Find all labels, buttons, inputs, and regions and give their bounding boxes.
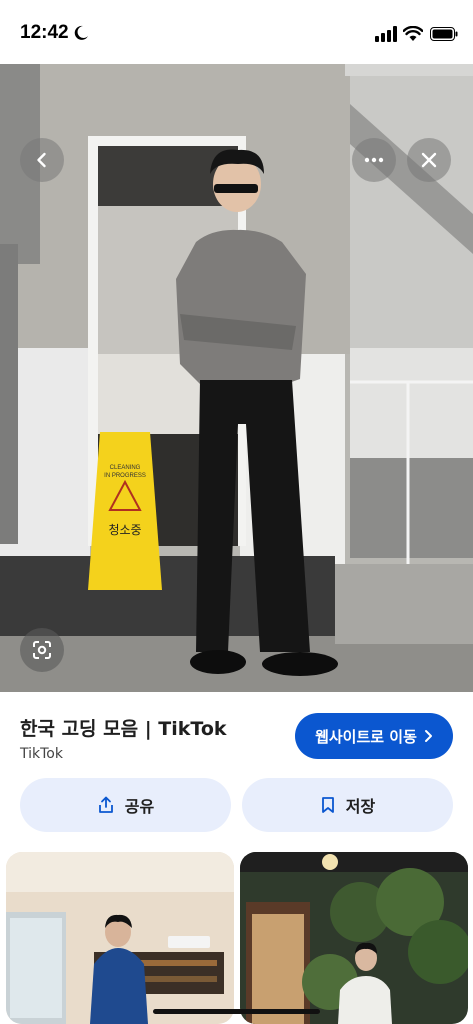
save-button[interactable]: 저장 — [242, 778, 453, 832]
home-indicator[interactable] — [153, 1009, 320, 1014]
share-icon — [98, 796, 113, 813]
back-button[interactable] — [20, 138, 64, 182]
save-label: 저장 — [345, 797, 376, 816]
share-button[interactable]: 공유 — [20, 778, 231, 832]
visit-website-button[interactable]: 웹사이트로 이동 — [295, 713, 453, 759]
visit-website-label: 웹사이트로 이동 — [315, 727, 417, 746]
chevron-right-icon — [424, 730, 432, 742]
bookmark-icon — [321, 797, 334, 813]
hero-image[interactable]: CLEANING IN PROGRESS 청소중 — [0, 64, 473, 692]
sign-text-korean: 청소중 — [108, 523, 141, 537]
signal-icon — [375, 26, 397, 42]
result-title[interactable]: 한국 고딩 모음 | TikTok — [20, 714, 227, 741]
status-time: 12:42 — [20, 22, 69, 43]
sign-text-2: IN PROGRESS — [104, 473, 146, 479]
more-icon — [364, 157, 384, 163]
related-thumb-photo — [6, 852, 234, 1024]
result-source: TikTok — [20, 746, 63, 762]
wifi-icon — [403, 26, 423, 41]
close-icon — [421, 152, 437, 168]
related-results-grid — [0, 852, 473, 1024]
share-label: 공유 — [124, 797, 155, 816]
result-info: 한국 고딩 모음 | TikTok TikTok 웹사이트로 이동 공유 저장 — [0, 692, 473, 852]
moon-icon — [74, 25, 88, 40]
more-options-button[interactable] — [352, 138, 396, 182]
status-bar: 12:42 — [0, 0, 473, 64]
lens-icon — [33, 641, 51, 659]
battery-icon — [430, 27, 458, 41]
back-icon — [37, 152, 46, 168]
related-result-thumb[interactable] — [6, 852, 234, 1024]
close-button[interactable] — [407, 138, 451, 182]
related-result-thumb[interactable] — [240, 852, 468, 1024]
related-thumb-photo — [240, 852, 468, 1024]
lens-search-button[interactable] — [20, 628, 64, 672]
hero-photo: CLEANING IN PROGRESS 청소중 — [0, 64, 473, 692]
sign-text-1: CLEANING — [110, 465, 141, 471]
